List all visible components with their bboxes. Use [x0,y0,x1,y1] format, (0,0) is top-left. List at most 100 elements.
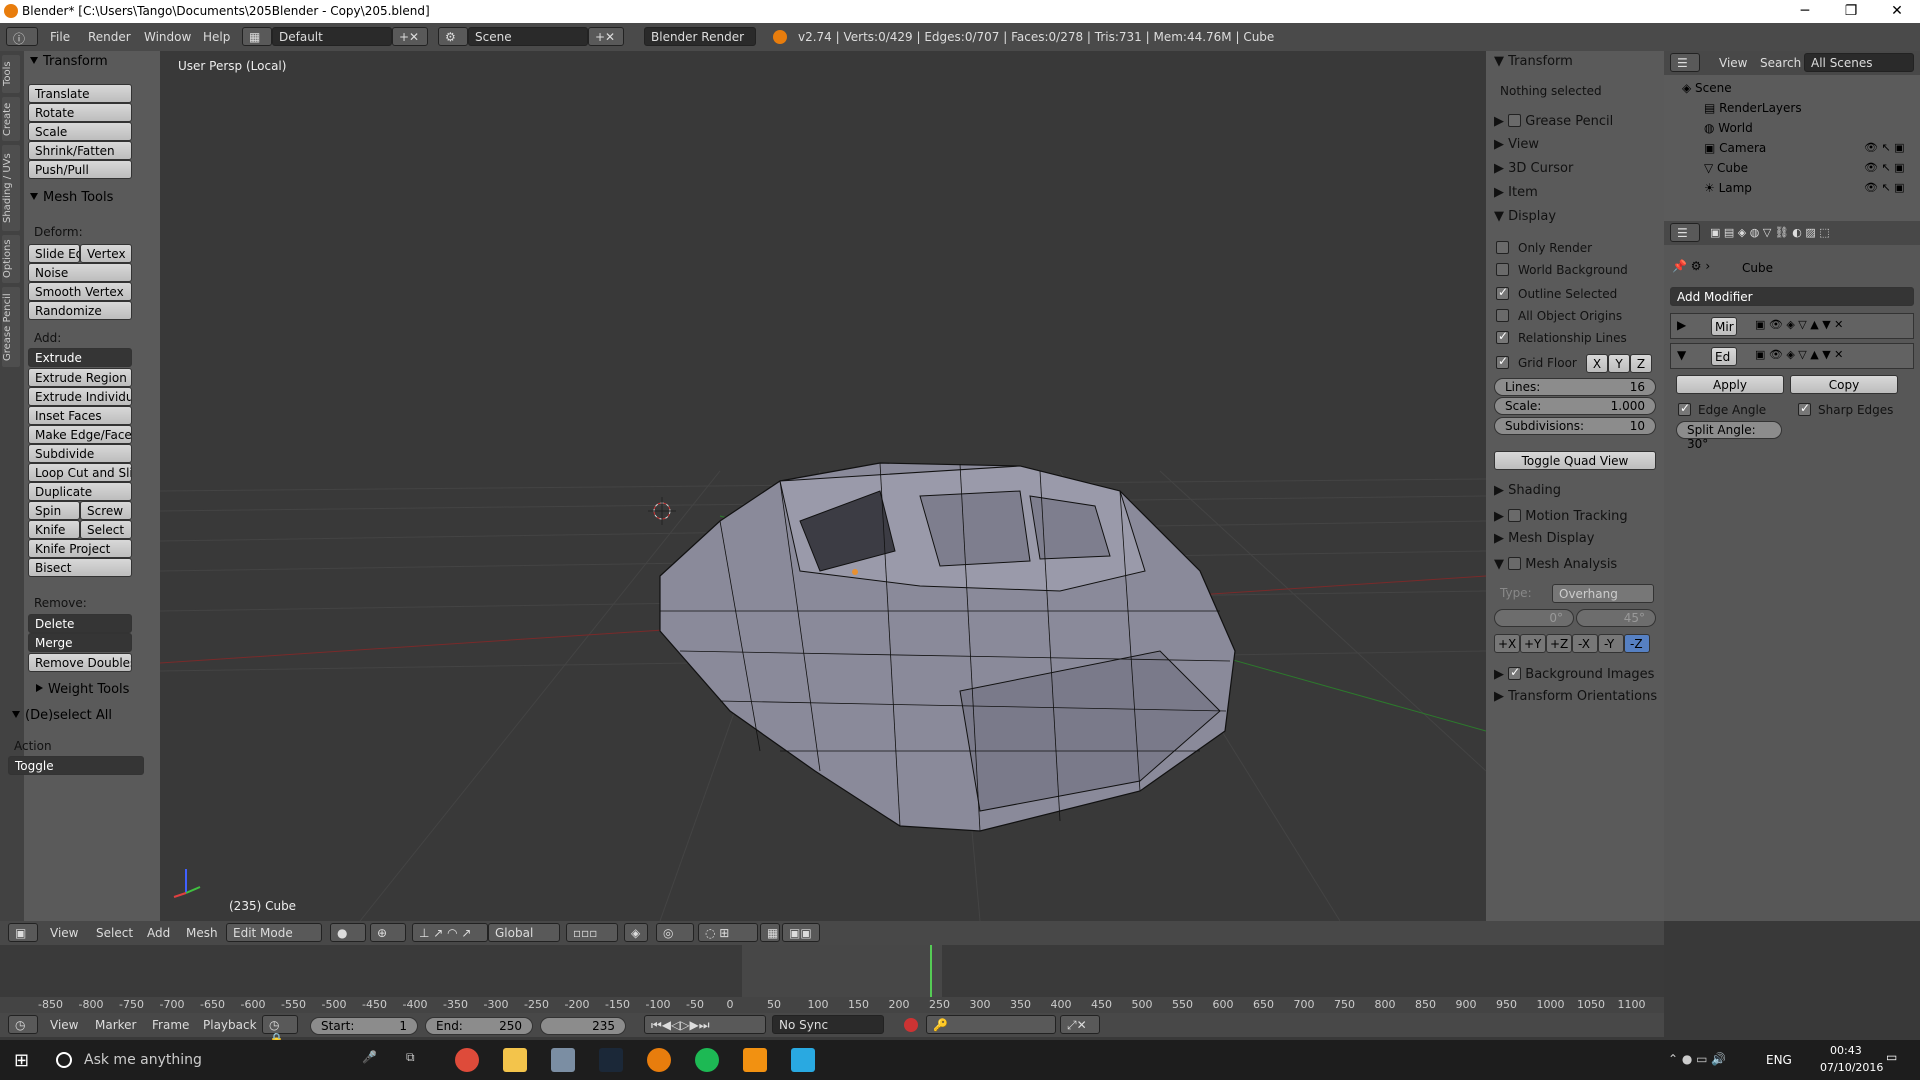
outliner-editor-icon[interactable]: ☰ [1670,53,1700,72]
app-icon[interactable] [791,1048,815,1072]
spotify-icon[interactable] [695,1048,719,1072]
knife-project-button[interactable]: Knife Project [28,539,132,558]
timeline-menu-playback[interactable]: Playback [203,1018,257,1032]
modifier-mirror-name[interactable]: Mir [1711,317,1737,336]
shading-dropdown[interactable]: ● [330,923,366,942]
visibility-eye-icon[interactable]: 👁 ↖ ▣ [1864,141,1905,154]
duplicate-button[interactable]: Duplicate [28,482,132,501]
pin-icon[interactable]: 📌 ⚙ › [1672,259,1710,273]
axis-x-toggle[interactable]: X [1586,354,1608,373]
tab-shading-uvs[interactable]: Shading / UVs [2,145,20,231]
collapse-icon[interactable]: ▶ [1677,318,1686,332]
sharp-edges-checkbox[interactable] [1798,401,1811,416]
mesh-analysis-checkbox[interactable] [1508,557,1522,570]
split-angle-field[interactable]: Split Angle: 30° [1676,421,1782,451]
action-dropdown[interactable]: Toggle [8,756,144,775]
end-frame-field[interactable]: End: 250 [425,1017,533,1035]
rotate-button[interactable]: Rotate [28,103,132,122]
remove-doubles-button[interactable]: Remove Doubles [28,653,132,672]
push-pull-button[interactable]: Push/Pull [28,160,132,179]
world-background-checkbox[interactable] [1496,263,1509,276]
clock-time[interactable]: 00:43 [1830,1044,1862,1057]
layout-selector[interactable]: Default [272,27,392,46]
axis-minus-z[interactable]: -Z [1624,634,1650,653]
view-header[interactable]: ▶ View [1494,137,1539,152]
modifier-edgesplit-name[interactable]: Ed [1711,347,1737,366]
inset-faces-button[interactable]: Inset Faces [28,406,132,425]
transform-header[interactable]: ▼ Transform [1494,54,1573,69]
visibility-eye-icon[interactable]: 👁 ↖ ▣ [1864,161,1905,174]
start-frame-field[interactable]: Start: 1 [310,1017,418,1035]
analysis-type-dropdown[interactable]: Overhang [1552,584,1654,603]
timeline-menu-view[interactable]: View [50,1018,78,1032]
apply-button[interactable]: Apply [1676,375,1784,394]
3d-cursor-header[interactable]: ▶ 3D Cursor [1494,161,1573,176]
expand-icon[interactable]: ▼ [1677,348,1686,362]
tab-grease-pencil[interactable]: Grease Pencil [2,287,20,367]
randomize-button[interactable]: Randomize [28,301,132,320]
extrude-dropdown[interactable]: Extrude [28,348,132,367]
chrome-icon[interactable] [455,1048,479,1072]
grid-lines-field[interactable]: Lines: 16 [1494,378,1656,396]
menu-render[interactable]: Render [88,30,131,44]
axis-z-toggle[interactable]: Z [1630,354,1652,373]
modifier-mirror-header[interactable]: ▶ Mir ▣ 👁 ◈ ▽ ▲ ▼ ✕ [1670,313,1914,339]
loop-cut-button[interactable]: Loop Cut and Sli... [28,463,132,482]
render-buttons[interactable]: ▣▣ [782,923,820,942]
knife-select-button[interactable]: Select [80,520,132,539]
task-view-icon[interactable]: ⧉ [406,1050,415,1065]
keyframe-insert-delete[interactable]: ⤢✕ [1060,1015,1100,1034]
3d-viewport[interactable]: User Persp (Local) (235) Cube [160,51,1486,921]
noise-button[interactable]: Noise [28,263,132,282]
visibility-eye-icon[interactable]: 👁 ↖ ▣ [1864,181,1905,194]
axis-plus-z[interactable]: +Z [1546,634,1572,653]
clock-date[interactable]: 07/10/2016 [1820,1061,1883,1074]
shrink-fatten-button[interactable]: Shrink/Fatten [28,141,132,160]
tab-create[interactable]: Create [2,97,20,141]
file-explorer-icon[interactable] [503,1048,527,1072]
timeline-editor-icon[interactable]: ◷ [8,1015,38,1034]
extrude-region-button[interactable]: Extrude Region [28,368,132,387]
app-icon[interactable] [743,1048,767,1072]
viewport-menu-select[interactable]: Select [96,926,133,940]
grid-floor-checkbox[interactable] [1496,354,1509,369]
orientation-dropdown[interactable]: Global [488,923,560,942]
proportional-edit-dropdown[interactable]: ◎ [656,923,694,942]
axis-plus-x[interactable]: +X [1494,634,1520,653]
toggle-quad-view-button[interactable]: Toggle Quad View [1494,451,1656,470]
outliner-item-renderlayers[interactable]: ▤ RenderLayers [1704,101,1802,115]
keying-set-field[interactable]: 🔑 [926,1015,1056,1034]
select-mode-buttons[interactable]: ▫▫▫ [566,923,618,942]
add-modifier-dropdown[interactable]: Add Modifier [1670,287,1914,306]
record-icon[interactable] [904,1018,918,1032]
properties-editor-icon[interactable]: ☰ [1670,223,1700,242]
background-images-checkbox[interactable] [1508,665,1522,680]
viewport-menu-mesh[interactable]: Mesh [186,926,218,940]
outliner-menu-search[interactable]: Search [1760,56,1801,70]
mesh-analysis-header[interactable]: ▼ Mesh Analysis [1494,555,1617,572]
timeline-menu-frame[interactable]: Frame [152,1018,189,1032]
relationship-lines-checkbox[interactable] [1496,329,1509,344]
vertex-slide-button[interactable]: Vertex [80,244,132,263]
viewport-menu-view[interactable]: View [50,926,78,940]
tab-tools[interactable]: Tools [2,55,20,93]
cortana-icon[interactable] [56,1052,72,1068]
merge-dropdown[interactable]: Merge [28,633,132,652]
preview-range-toggle[interactable]: ◷🔒 [262,1015,298,1046]
copy-button[interactable]: Copy [1790,375,1898,394]
app-icon[interactable] [551,1048,575,1072]
edge-angle-checkbox[interactable] [1678,401,1691,416]
axis-minus-x[interactable]: -X [1572,634,1598,653]
layout-icon[interactable]: ▦ [242,27,272,46]
axis-plus-y[interactable]: +Y [1520,634,1546,653]
extrude-individual-button[interactable]: Extrude Individual [28,387,132,406]
outliner-filter-dropdown[interactable]: All Scenes [1804,53,1914,72]
scene-icon[interactable]: ⚙ [438,27,468,46]
axis-minus-y[interactable]: -Y [1598,634,1624,653]
overhang-max-field[interactable]: 45° [1576,609,1656,627]
slide-edge-button[interactable]: Slide Ed [28,244,80,263]
context-tab-icons[interactable]: ▣ ▤ ◈ ◍ ▽ ⛓ ◐ ▨ ⬚ [1710,226,1830,239]
outliner-item-scene[interactable]: ◈ Scene [1682,81,1732,95]
weight-tools-panel-header[interactable]: Weight Tools [36,682,129,697]
snap-buttons[interactable]: ◌ ⊞ [698,923,758,942]
